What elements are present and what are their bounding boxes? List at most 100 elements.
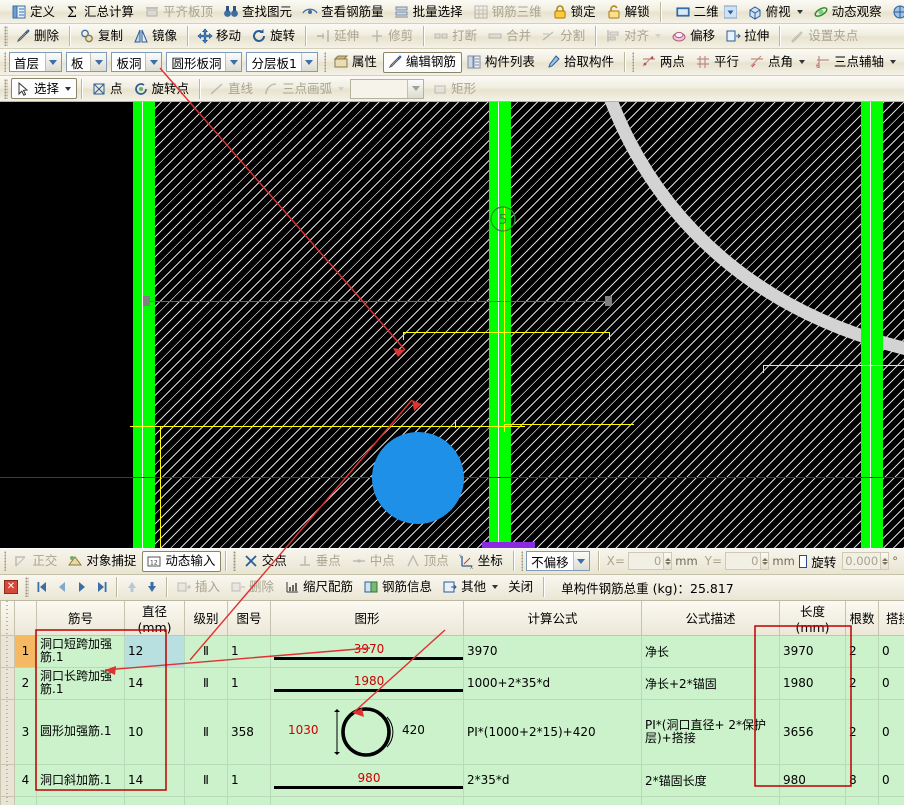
grid-close-button[interactable]: 关闭: [504, 577, 539, 598]
row-shape[interactable]: 3970: [271, 635, 464, 667]
column-element[interactable]: [482, 542, 535, 547]
row-shape[interactable]: 1980: [271, 667, 464, 699]
toolbar-select-tool[interactable]: 选择: [11, 78, 77, 99]
toolbar-grip-axis[interactable]: [632, 52, 634, 72]
row-formula-desc[interactable]: PI*(洞口直径+ 2*保护层)+搭接: [642, 699, 780, 764]
chevron-down-icon[interactable]: [225, 53, 241, 71]
row-count[interactable]: 2: [846, 667, 879, 699]
chevron-down-icon[interactable]: [90, 53, 106, 71]
toolbar-batch-select-button[interactable]: 批量选择: [390, 1, 469, 22]
toolbar-grip-props[interactable]: [324, 52, 326, 72]
layer-select[interactable]: 分层板1: [246, 52, 317, 72]
row-rebar-name[interactable]: 洞口长跨加强筋.1: [37, 667, 125, 699]
chevron-down-icon[interactable]: [890, 60, 896, 64]
toolbar-lock-button[interactable]: 锁定: [548, 1, 602, 22]
x-coordinate-spinner[interactable]: [664, 552, 672, 570]
rotate-angle-input[interactable]: 0.000: [842, 552, 881, 570]
rotate-checkbox[interactable]: [799, 555, 807, 568]
row-length[interactable]: 980: [780, 764, 846, 796]
row-overlap[interactable]: 0: [879, 764, 904, 796]
row-drawing-no[interactable]: 1: [228, 667, 271, 699]
grid-rebar-info-button[interactable]: 钢筋信息: [359, 577, 438, 598]
shape-select[interactable]: 圆形板洞: [166, 52, 242, 72]
snap-ortho-toggle[interactable]: 正交: [9, 551, 63, 572]
th-formula-desc[interactable]: 公式描述: [642, 601, 780, 636]
row-rebar-name[interactable]: 圆形加强筋.1: [37, 699, 125, 764]
th-count[interactable]: 根数: [846, 601, 879, 636]
row-length[interactable]: 3656: [780, 699, 846, 764]
row-formula[interactable]: 3970: [464, 635, 642, 667]
toolbar-unlock-button[interactable]: 解锁: [602, 1, 656, 22]
snap-object-toggle[interactable]: 对象捕捉: [63, 551, 142, 572]
toolbar-stretch-button[interactable]: 拉伸: [721, 26, 775, 47]
toolbar-find-element-button[interactable]: 查找图元: [219, 1, 298, 22]
snap-coordinate-button[interactable]: YX 坐标: [455, 551, 509, 572]
toolbar-rebar-3d-button[interactable]: 钢筋三维: [469, 1, 548, 22]
toolbar-trim-button[interactable]: 修剪: [365, 26, 419, 47]
toolbar-split-button[interactable]: 分割: [537, 26, 591, 47]
toolbar-edit-rebar-button[interactable]: 编辑钢筋: [383, 52, 462, 73]
table-row[interactable]: 3 圆形加强筋.1 10 Ⅱ 358: [1, 699, 904, 764]
beam-vertical-1[interactable]: [133, 102, 155, 547]
toolbar-three-point-arc-tool[interactable]: 三点画弧: [259, 78, 350, 99]
toolbar-line-tool[interactable]: 直线: [205, 78, 259, 99]
next-record-icon[interactable]: [72, 577, 92, 597]
chevron-down-icon[interactable]: [45, 53, 61, 71]
toolbar-grip-context[interactable]: [4, 52, 6, 72]
floor-select[interactable]: 首层: [9, 52, 62, 72]
row-shape[interactable]: 980: [271, 764, 464, 796]
table-row-blank[interactable]: [1, 796, 904, 805]
toolbar-pick-component-button[interactable]: 拾取构件: [541, 52, 620, 73]
row-formula-desc[interactable]: 2*锚固长度: [642, 764, 780, 796]
toolbar-top-view-button[interactable]: 俯视: [743, 1, 809, 22]
toolbar-point-tool[interactable]: 点: [87, 78, 129, 99]
snap-perpendicular-button[interactable]: 垂点: [293, 551, 347, 572]
toolbar-grip-edit[interactable]: [4, 26, 8, 46]
row-overlap[interactable]: 0: [879, 667, 904, 699]
th-formula[interactable]: 计算公式: [464, 601, 642, 636]
toolbar-properties-button[interactable]: 属性: [329, 52, 383, 73]
toolbar-set-grip-button[interactable]: 设置夹点: [785, 26, 864, 47]
y-coordinate-spinner[interactable]: [761, 552, 769, 570]
toolbar-two-point-axis-button[interactable]: 两点: [637, 52, 691, 73]
component-type-select[interactable]: 板: [66, 52, 107, 72]
row-overlap[interactable]: 0: [879, 635, 904, 667]
row-length[interactable]: 1980: [780, 667, 846, 699]
toolbar-local-3d-button[interactable]: 局部三维: [888, 1, 904, 22]
toolbar-summary-calc-button[interactable]: Σ 汇总计算: [61, 1, 140, 22]
row-formula[interactable]: 1000+2*35*d: [464, 667, 642, 699]
toolbar-define-button[interactable]: 定义: [7, 1, 61, 22]
rebar-detail-table[interactable]: 筋号 直径 (mm) 级别 图号 图形 计算公式 公式描述 长度 (mm) 根数…: [0, 601, 904, 805]
toolbar-grip-draw[interactable]: [4, 79, 8, 99]
row-drawing-no[interactable]: 1: [228, 764, 271, 796]
toolbar-view-rebar-qty-button[interactable]: 查看钢筋量: [298, 1, 390, 22]
grid-insert-row-button[interactable]: 插入: [172, 577, 226, 598]
toolbar-align-slab-top-button[interactable]: 平齐板顶: [140, 1, 219, 22]
toolbar-align-button[interactable]: 对齐: [601, 26, 667, 47]
row-formula[interactable]: 2*35*d: [464, 764, 642, 796]
toolbar-delete-button[interactable]: 删除: [11, 26, 65, 47]
snapbar-grip[interactable]: [4, 551, 6, 571]
th-diameter[interactable]: 直径 (mm): [125, 601, 185, 636]
draw-mode-select[interactable]: [350, 79, 424, 99]
th-index[interactable]: [15, 601, 37, 636]
row-formula[interactable]: PI*(1000+2*15)+420: [464, 699, 642, 764]
grid-other-button[interactable]: 其他: [438, 577, 504, 598]
toolbar-point-angle-axis-button[interactable]: 点角: [745, 52, 811, 73]
row-rebar-name[interactable]: 洞口短跨加强筋.1: [37, 635, 125, 667]
grid-delete-row-button[interactable]: 删除: [226, 577, 280, 598]
toolbar-parallel-axis-button[interactable]: 平行: [691, 52, 745, 73]
th-length[interactable]: 长度 (mm): [780, 601, 846, 636]
row-grade[interactable]: Ⅱ: [185, 699, 228, 764]
row-diameter[interactable]: 12: [125, 635, 185, 667]
move-up-icon[interactable]: [122, 577, 142, 597]
toolbar-rotate-point-tool[interactable]: 旋转点: [129, 78, 196, 99]
chevron-down-icon[interactable]: [724, 4, 737, 20]
th-shape[interactable]: 图形: [271, 601, 464, 636]
row-length[interactable]: 3970: [780, 635, 846, 667]
offset-mode-select[interactable]: 不偏移: [526, 551, 590, 571]
row-shape[interactable]: 1030 420: [271, 699, 464, 764]
row-count[interactable]: 8: [846, 764, 879, 796]
chevron-down-icon[interactable]: [655, 34, 661, 38]
row-drawing-no[interactable]: 1: [228, 635, 271, 667]
